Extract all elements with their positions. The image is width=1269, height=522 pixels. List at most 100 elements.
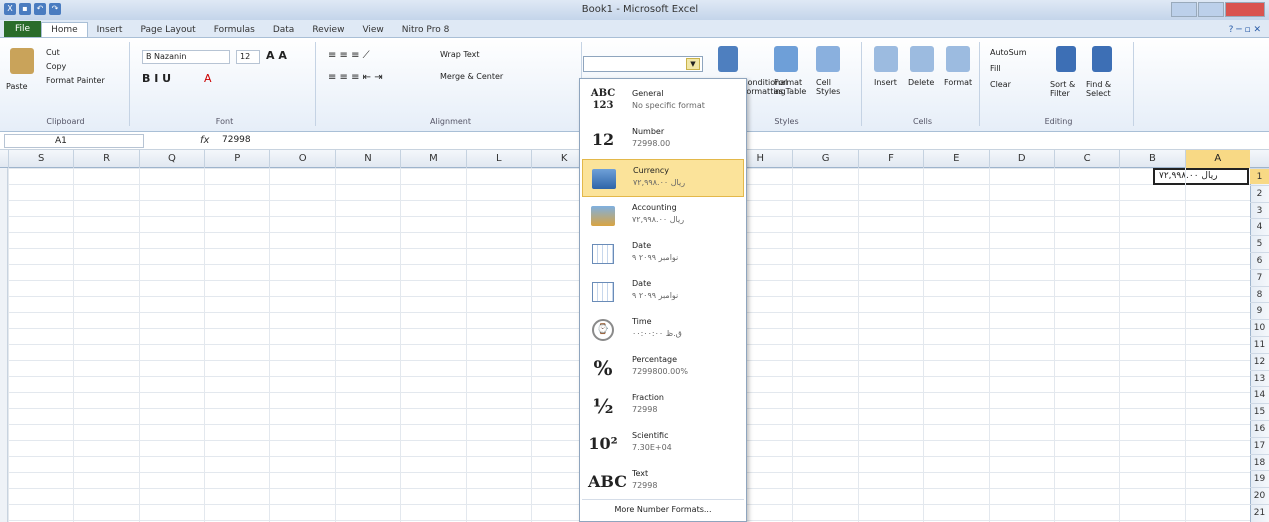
font-size-select[interactable]: 12 [236,50,260,64]
cell-styles-icon[interactable] [816,46,840,72]
tab-file[interactable]: File [4,21,42,37]
chevron-down-icon[interactable]: ▼ [686,58,700,70]
format-cells-button[interactable]: Format [944,78,972,87]
format-item-time[interactable]: ⌚ Time ۰۰:۰۰:۰۰ ق.ظ [582,311,744,349]
row-header-18[interactable]: 18 [1250,453,1269,470]
row-header-15[interactable]: 15 [1250,403,1269,419]
format-item-date[interactable]: Date ۹ نوامبر ۲۰۹۹ [582,235,744,273]
column-header-l[interactable]: L [465,150,531,168]
tab-insert[interactable]: Insert [88,23,132,37]
column-header-r[interactable]: R [73,150,138,168]
tab-nitro[interactable]: Nitro Pro 8 [393,23,459,37]
bold-italic-underline-icons[interactable]: B I U [142,72,171,85]
format-item-percentage[interactable]: % Percentage 7299800.00% [582,349,744,387]
delete-cells-icon[interactable] [910,46,934,72]
format-item-fraction[interactable]: ½ Fraction 72998 [582,387,744,425]
column-header-m[interactable]: M [400,150,465,168]
row-header-12[interactable]: 12 [1250,352,1269,369]
row-header-4[interactable]: 4 [1250,218,1269,234]
row-header-13[interactable]: 13 [1250,369,1269,386]
format-table-icon[interactable] [774,46,798,72]
font-name-select[interactable]: B Nazanin [142,50,230,64]
column-header-d[interactable]: D [988,150,1054,168]
copy-button[interactable]: Copy [46,62,66,71]
paste-icon[interactable] [10,48,34,74]
insert-cells-icon[interactable] [874,46,898,72]
insert-cells-button[interactable]: Insert [874,78,897,87]
row-header-5[interactable]: 5 [1250,235,1269,251]
cut-button[interactable]: Cut [46,48,60,57]
minimize-button[interactable] [1171,2,1197,17]
grow-font-icon[interactable]: A A [266,49,287,62]
tab-view[interactable]: View [353,23,392,37]
number-format-select[interactable] [583,56,703,72]
help-icon[interactable]: ? ─ ▫ ✕ [1221,23,1269,37]
format-item-general[interactable]: ABC 123 General No specific format [582,83,744,121]
close-button[interactable] [1225,2,1265,17]
align-left-icons[interactable]: ≡ ≡ ≡ ⇤ ⇥ [328,72,383,83]
tab-review[interactable]: Review [303,23,353,37]
row-header-20[interactable]: 20 [1250,487,1269,503]
row-header-9[interactable]: 9 [1250,302,1269,318]
row-header-10[interactable]: 10 [1250,319,1269,335]
delete-cells-button[interactable]: Delete [908,78,934,87]
row-header-1[interactable]: 1 [1250,168,1269,184]
row-header-11[interactable]: 11 [1250,336,1269,352]
format-item-accounting[interactable]: Accounting ریال ۷۲,۹۹۸.۰۰ [582,197,744,235]
row-header-8[interactable]: 8 [1250,285,1269,302]
wrap-text-button[interactable]: Wrap Text [440,50,480,59]
autosum-button[interactable]: AutoSum [990,48,1027,57]
column-header-p[interactable]: P [204,150,269,168]
row-header-17[interactable]: 17 [1250,436,1269,453]
row-header-2[interactable]: 2 [1250,184,1269,201]
column-header-g[interactable]: G [792,150,857,168]
row-header-14[interactable]: 14 [1250,386,1269,402]
column-header-o[interactable]: O [269,150,334,168]
maximize-button[interactable] [1198,2,1224,17]
cell-styles-button[interactable]: Cell Styles [816,78,846,96]
fx-icon[interactable]: fx [200,135,209,146]
column-header-a[interactable]: A [1184,150,1250,168]
paste-button[interactable]: Paste [6,82,28,91]
name-box[interactable]: A1 [4,134,144,148]
save-icon[interactable]: ▪ [19,3,31,15]
column-header-e[interactable]: E [923,150,988,168]
format-item-currency[interactable]: Currency ریال ۷۲,۹۹۸.۰۰ [582,159,744,197]
merge-center-button[interactable]: Merge & Center [440,72,503,81]
fill-button[interactable]: Fill [990,64,1001,73]
row-header-21[interactable]: 21 [1250,504,1269,520]
tab-formulas[interactable]: Formulas [205,23,264,37]
redo-icon[interactable]: ↷ [49,3,61,15]
tab-home[interactable]: Home [41,22,88,37]
column-header-n[interactable]: N [334,150,400,168]
format-cells-icon[interactable] [946,46,970,72]
sort-filter-icon[interactable] [1056,46,1076,72]
tab-page-layout[interactable]: Page Layout [131,23,204,37]
more-number-formats-link[interactable]: More Number Formats... [582,499,744,519]
format-item-date[interactable]: Date ۹ نوامبر ۲۰۹۹ [582,273,744,311]
row-header-16[interactable]: 16 [1250,420,1269,436]
row-header-19[interactable]: 19 [1250,470,1269,486]
conditional-formatting-icon[interactable] [718,46,738,72]
column-header-f[interactable]: F [857,150,923,168]
vertical-scrollbar[interactable] [0,168,8,522]
column-header-b[interactable]: B [1119,150,1184,168]
column-header-s[interactable]: S [8,150,73,168]
format-item-number[interactable]: 12 Number 72998.00 [582,121,744,159]
format-painter-button[interactable]: Format Painter [46,76,105,85]
row-header-3[interactable]: 3 [1250,201,1269,218]
align-top-icons[interactable]: ≡ ≡ ≡ ⟋ [328,50,370,61]
font-color-icon[interactable]: A [204,72,212,85]
find-select-button[interactable]: Find & Select [1086,80,1122,98]
tab-data[interactable]: Data [264,23,304,37]
format-item-text[interactable]: ABC Text 72998 [582,463,744,501]
row-header-6[interactable]: 6 [1250,252,1269,268]
format-item-scientific[interactable]: 10² Scientific 7.30E+04 [582,425,744,463]
row-header-7[interactable]: 7 [1250,268,1269,285]
column-header-q[interactable]: Q [138,150,204,168]
sort-filter-button[interactable]: Sort & Filter [1050,80,1084,98]
clear-button[interactable]: Clear [990,80,1011,89]
column-header-c[interactable]: C [1053,150,1119,168]
formula-input[interactable]: 72998 [222,135,251,145]
undo-icon[interactable]: ↶ [34,3,46,15]
